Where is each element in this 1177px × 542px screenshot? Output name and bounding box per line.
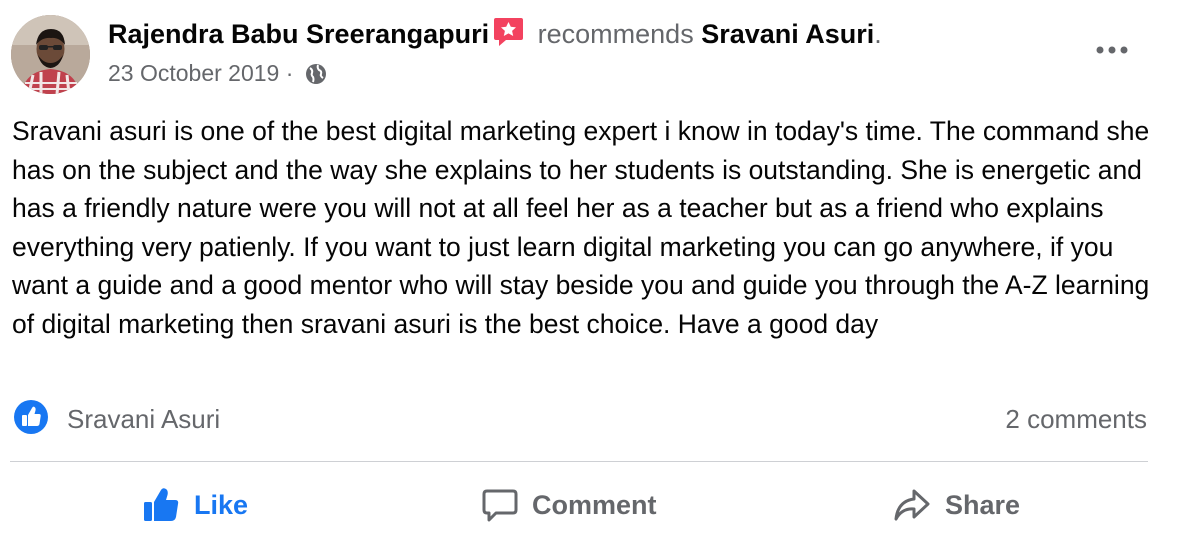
post-header: Rajendra Babu Sreerangapuri recommends S… [108, 16, 882, 52]
thumbs-up-icon [144, 488, 179, 521]
author-name[interactable]: Rajendra Babu Sreerangapuri [108, 19, 489, 49]
recommends-text: recommends [537, 19, 694, 49]
meta-separator: · [285, 60, 294, 86]
header-period: . [874, 19, 882, 49]
globe-icon[interactable] [304, 62, 328, 86]
recommend-star-icon [493, 16, 524, 47]
recommendation-post: Rajendra Babu Sreerangapuri recommends S… [0, 0, 1177, 542]
post-body: Sravani asuri is one of the best digital… [12, 116, 1150, 339]
like-reaction-icon [13, 399, 67, 440]
comment-icon [482, 489, 518, 522]
share-button[interactable]: Share [893, 483, 1020, 527]
more-options-icon[interactable] [1093, 38, 1131, 62]
like-label: Like [194, 489, 249, 520]
recommended-page-name[interactable]: Sravani Asuri [701, 19, 874, 49]
post-date[interactable]: 23 October 2019 [108, 60, 279, 86]
like-button[interactable]: Like [142, 483, 248, 527]
action-divider [10, 461, 1148, 462]
author-avatar[interactable] [11, 15, 90, 94]
reactions-summary[interactable]: Sravani Asuri [13, 399, 221, 440]
share-icon [894, 489, 930, 521]
comment-label: Comment [532, 489, 657, 520]
reaction-user-name: Sravani Asuri [67, 403, 221, 434]
post-meta: 23 October 2019 · [108, 57, 328, 89]
comment-button[interactable]: Comment [482, 483, 657, 527]
comments-count-link[interactable]: 2 comments [1005, 400, 1147, 438]
share-label: Share [945, 489, 1021, 520]
